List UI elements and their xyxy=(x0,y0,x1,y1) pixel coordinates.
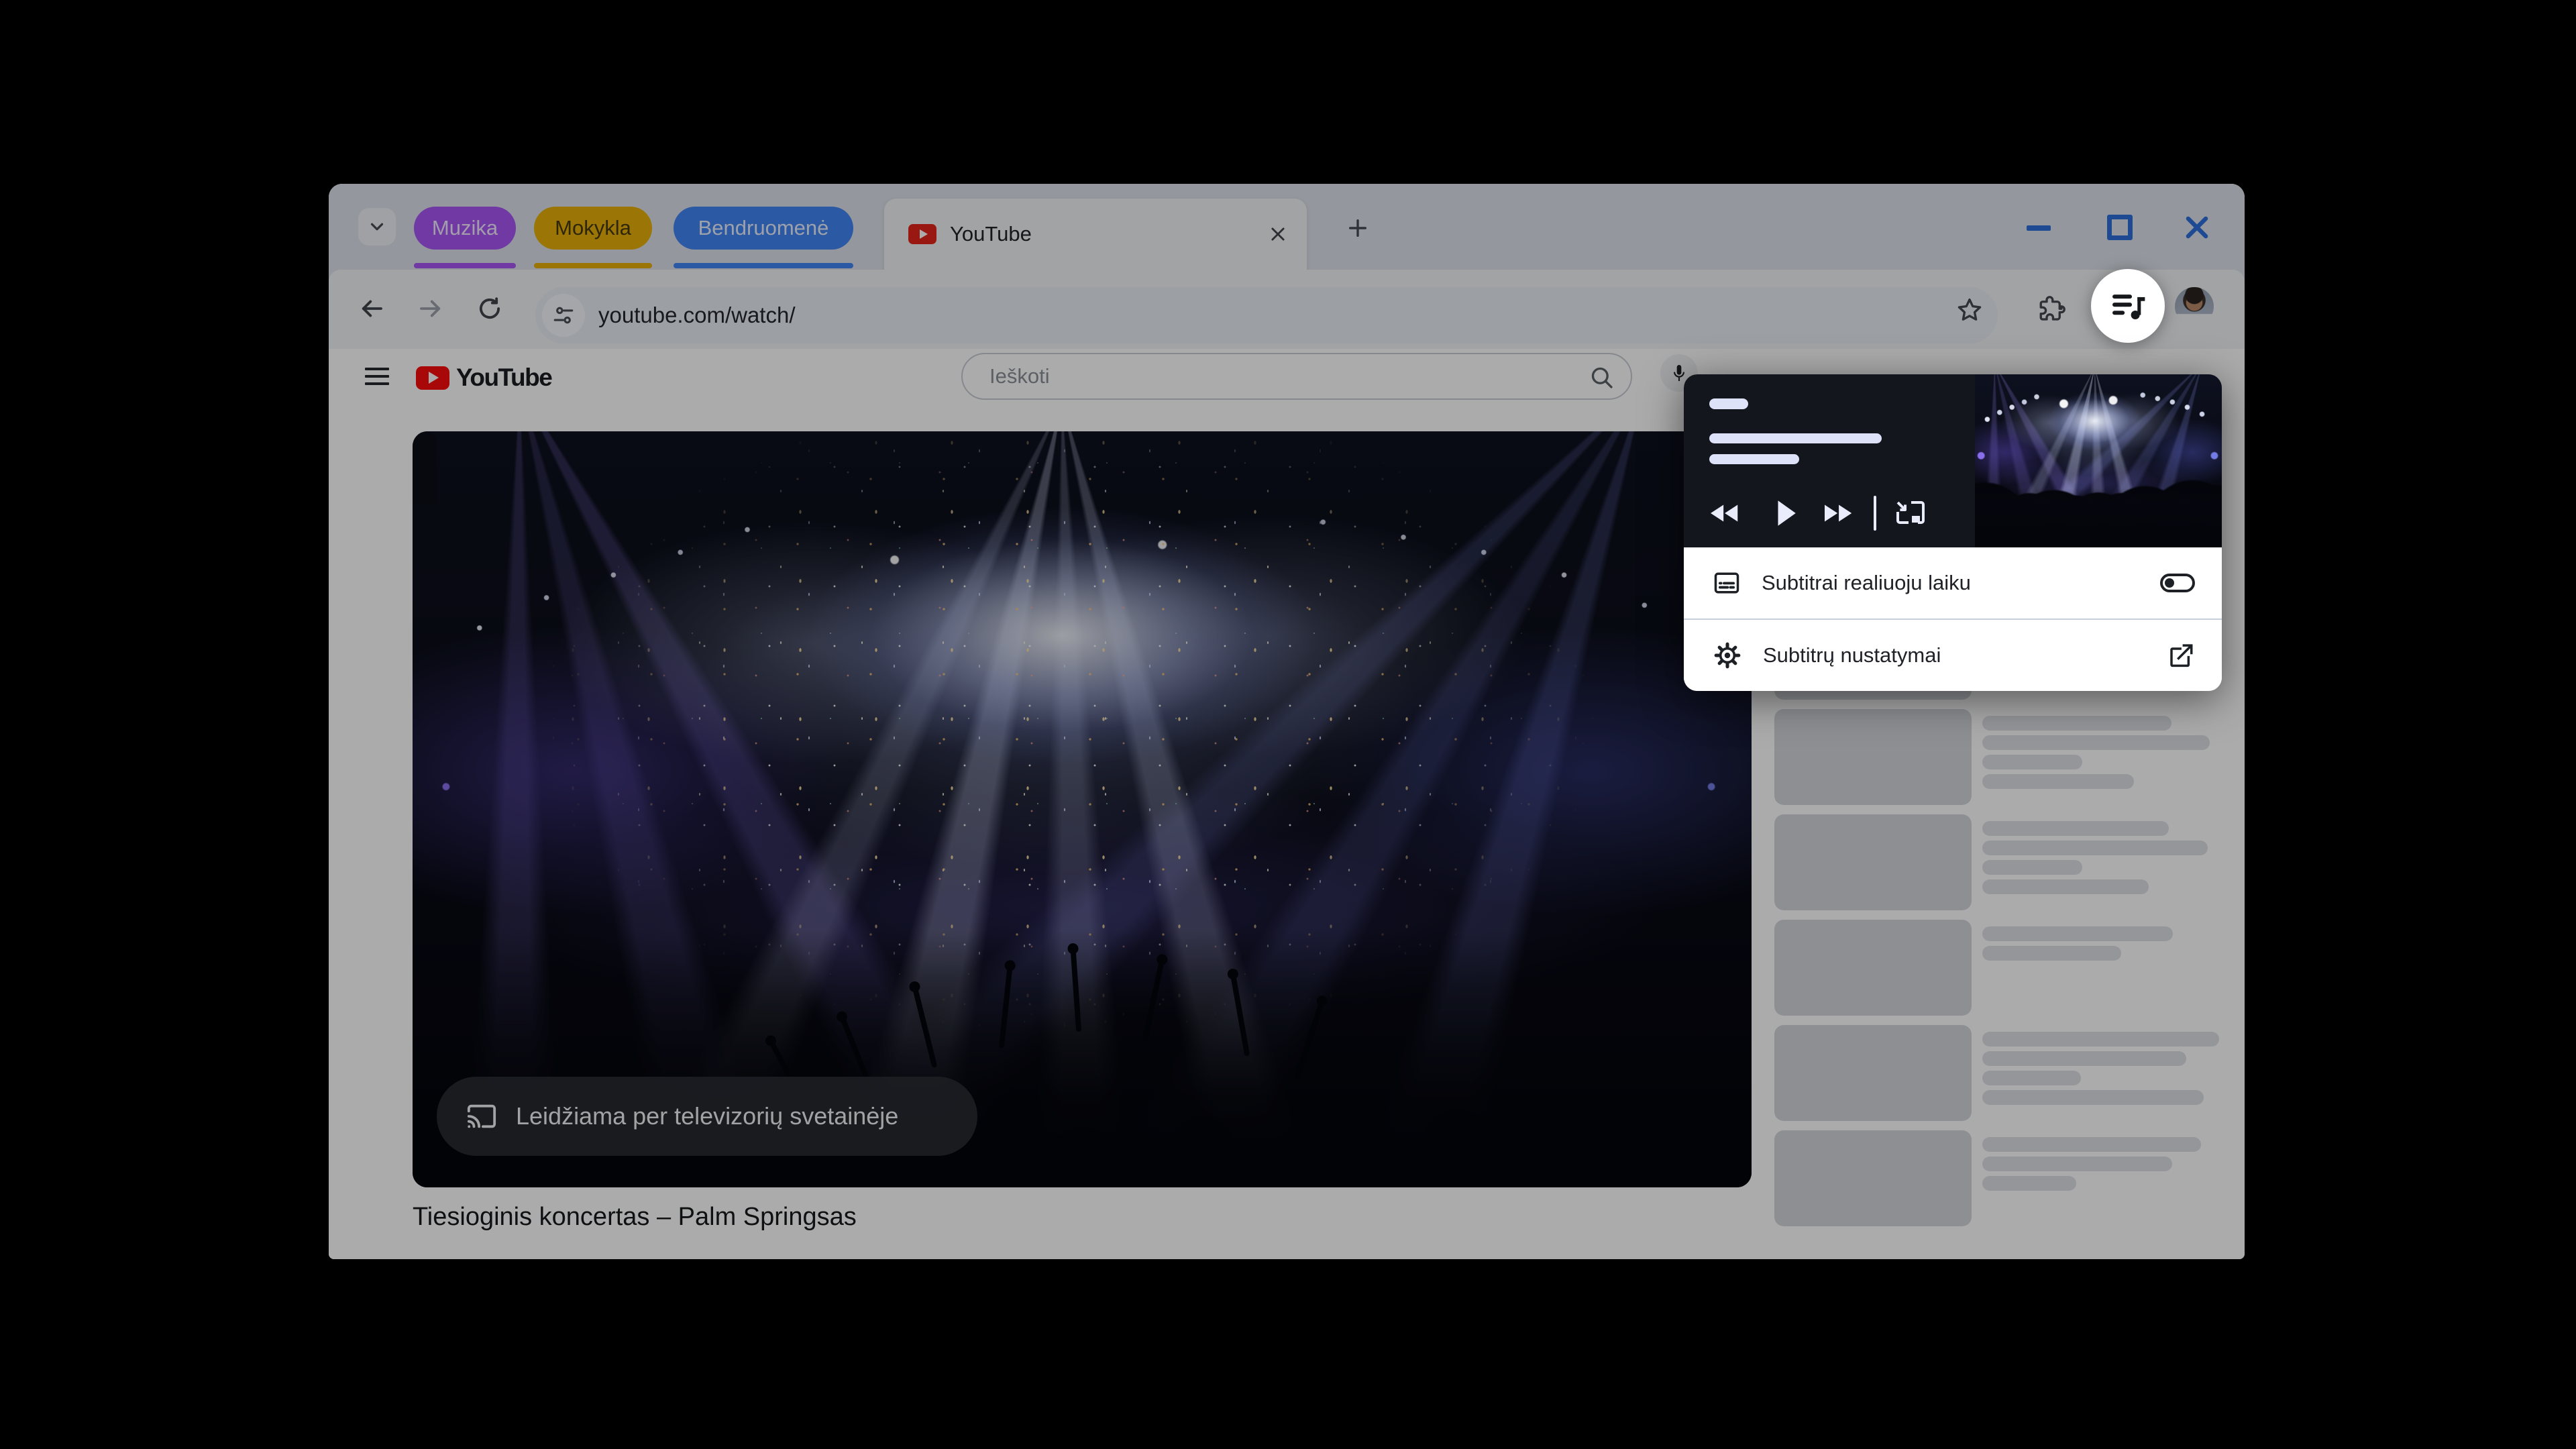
open-in-new-icon[interactable] xyxy=(2167,641,2195,669)
live-caption-label: Subtitrai realiuoju laiku xyxy=(1762,571,1971,595)
caption-settings-row[interactable]: Subtitrų nustatymai xyxy=(1684,620,2222,691)
media-controls-popup: Subtitrai realiuoju laiku Subtitrų nusta… xyxy=(1684,374,2222,691)
live-caption-icon xyxy=(1712,568,1741,598)
media-controls-button[interactable] xyxy=(2091,269,2165,343)
gear-icon xyxy=(1712,640,1743,671)
album-art xyxy=(1975,374,2222,547)
rewind-icon[interactable] xyxy=(1711,502,1741,525)
live-caption-toggle[interactable] xyxy=(2160,574,2195,592)
playback-controls xyxy=(1711,492,1927,534)
browser-window: MuzikaMokyklaBendruomenė YouTube xyxy=(329,184,2245,1259)
media-text-skeleton-bar xyxy=(1709,433,1882,443)
controls-divider xyxy=(1874,496,1876,531)
caption-settings-label: Subtitrų nustatymai xyxy=(1763,643,1941,667)
media-text-skeleton-bar xyxy=(1709,454,1799,464)
playlist-music-icon xyxy=(2108,286,2147,325)
live-caption-row[interactable]: Subtitrai realiuoju laiku xyxy=(1684,547,2222,619)
modal-scrim[interactable] xyxy=(329,184,2245,1259)
picture-in-picture-icon[interactable] xyxy=(1894,499,1927,527)
play-icon[interactable] xyxy=(1776,500,1796,527)
media-session-panel xyxy=(1684,374,2222,547)
fast-forward-icon[interactable] xyxy=(1825,502,1856,525)
media-text-skeleton-bar xyxy=(1709,398,1748,409)
